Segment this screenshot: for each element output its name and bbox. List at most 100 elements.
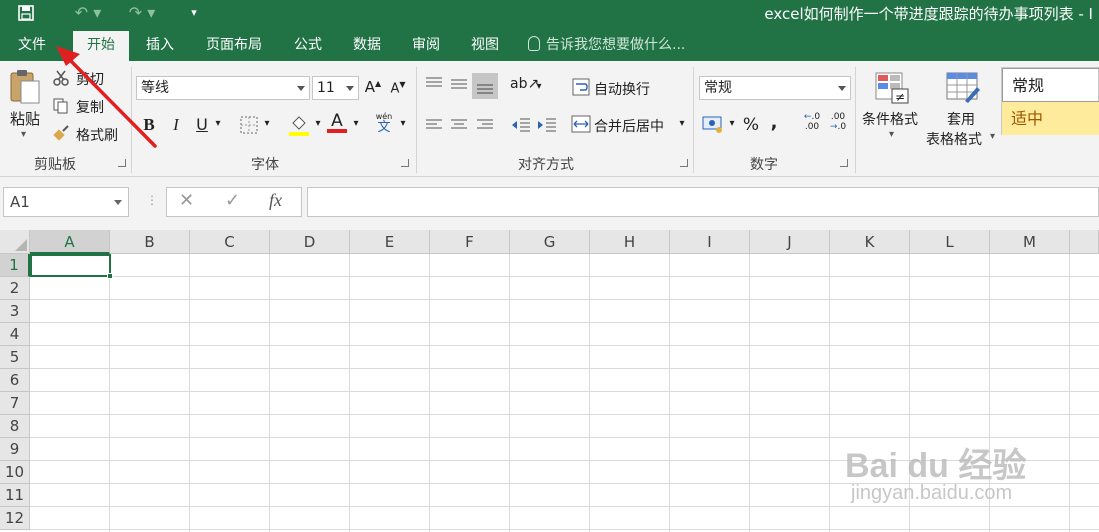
save-icon[interactable] (14, 2, 38, 24)
grow-font-button[interactable]: A▲ (364, 78, 382, 96)
number-format-combo[interactable]: 常规 (699, 76, 851, 100)
tab-insert[interactable]: 插入 (133, 31, 187, 61)
column-header-i[interactable]: I (670, 230, 750, 254)
grip-icon[interactable]: ⋮ (146, 193, 158, 207)
font-color-dropdown-icon[interactable]: ▾ (350, 118, 362, 129)
tab-formulas[interactable]: 公式 (282, 31, 334, 61)
select-all-button[interactable] (0, 230, 30, 254)
clipboard-launcher-icon[interactable] (118, 159, 126, 167)
column-header-j[interactable]: J (750, 230, 830, 254)
redo-icon[interactable]: ↷ ▾ (122, 2, 162, 24)
column-header-d[interactable]: D (270, 230, 350, 254)
row-header-9[interactable]: 9 (0, 438, 30, 461)
name-box[interactable]: A1 (3, 187, 129, 217)
format-as-table-line1[interactable]: 套用 (947, 109, 975, 129)
row-header-5[interactable]: 5 (0, 346, 30, 369)
style-normal[interactable]: 常规 (1002, 68, 1099, 102)
font-name-combo[interactable]: 等线 (136, 76, 310, 100)
orientation-dropdown-icon[interactable]: ▾ (533, 81, 545, 92)
row-header-2[interactable]: 2 (0, 277, 30, 300)
format-as-table-dropdown-icon[interactable]: ▾ (990, 131, 995, 142)
column-header-e[interactable]: E (350, 230, 430, 254)
tab-view[interactable]: 视图 (459, 31, 511, 61)
font-size-combo[interactable]: 11 (312, 76, 359, 100)
column-header-h[interactable]: H (590, 230, 670, 254)
align-center-icon[interactable] (448, 116, 470, 138)
shrink-font-button[interactable]: A▼ (389, 80, 407, 96)
paste-icon[interactable] (9, 69, 41, 105)
align-middle-icon[interactable] (448, 75, 470, 97)
active-cell-a1[interactable] (30, 254, 111, 277)
column-header-c[interactable]: C (190, 230, 270, 254)
paste-button[interactable]: 粘贴 (10, 108, 40, 129)
row-header-8[interactable]: 8 (0, 415, 30, 438)
column-header-a[interactable]: A (30, 230, 110, 254)
customize-toolbar-icon[interactable]: ▾ (184, 2, 204, 24)
comma-style-button[interactable]: , (767, 112, 781, 133)
alignment-launcher-icon[interactable] (680, 159, 688, 167)
fill-handle[interactable] (107, 273, 113, 279)
align-top-icon[interactable] (423, 75, 445, 97)
align-right-icon[interactable] (474, 116, 496, 138)
enter-button[interactable]: ✓ (225, 190, 240, 211)
number-launcher-icon[interactable] (840, 159, 848, 167)
row-header-7[interactable]: 7 (0, 392, 30, 415)
accounting-format-icon[interactable] (701, 114, 725, 138)
column-header-f[interactable]: F (430, 230, 510, 254)
row-header-4[interactable]: 4 (0, 323, 30, 346)
column-header-l[interactable]: L (910, 230, 990, 254)
underline-dropdown-icon[interactable]: ▾ (212, 118, 224, 129)
cancel-button[interactable]: ✕ (179, 190, 194, 211)
orientation-icon[interactable]: ab↗ (510, 76, 539, 92)
undo-icon[interactable]: ↶ ▾ (68, 2, 108, 24)
column-header-g[interactable]: G (510, 230, 590, 254)
align-left-icon[interactable] (423, 116, 445, 138)
paste-dropdown-icon[interactable]: ▾ (21, 129, 26, 140)
accounting-dropdown-icon[interactable]: ▾ (726, 118, 738, 129)
merge-center-dropdown-icon[interactable]: ▾ (676, 118, 688, 129)
row-header-3[interactable]: 3 (0, 300, 30, 323)
italic-button[interactable]: I (167, 115, 185, 135)
column-header-b[interactable]: B (110, 230, 190, 254)
row-header-10[interactable]: 10 (0, 461, 30, 484)
wrap-text-button[interactable]: 自动换行 (594, 79, 650, 99)
copy-button[interactable]: 复制 (76, 97, 104, 117)
row-header-1[interactable]: 1 (0, 254, 30, 277)
font-launcher-icon[interactable] (401, 159, 409, 167)
align-bottom-icon[interactable] (472, 73, 498, 99)
row-header-6[interactable]: 6 (0, 369, 30, 392)
merge-center-button[interactable]: 合并后居中 (594, 116, 664, 136)
decrease-decimal-icon[interactable]: .00 →.0 (827, 112, 849, 132)
tab-page-layout[interactable]: 页面布局 (194, 31, 274, 61)
underline-button[interactable]: U (193, 115, 211, 134)
fill-color-dropdown-icon[interactable]: ▾ (312, 118, 324, 129)
percent-style-button[interactable]: % (741, 115, 761, 135)
phonetic-guide-icon[interactable]: wén 文 (374, 111, 394, 134)
style-neutral[interactable]: 适中 (1002, 102, 1099, 135)
tab-review[interactable]: 审阅 (400, 31, 452, 61)
tab-home[interactable]: 开始 (73, 31, 129, 61)
formula-input[interactable] (307, 187, 1099, 217)
phonetic-dropdown-icon[interactable]: ▾ (397, 118, 409, 129)
tab-file[interactable]: 文件 (4, 31, 60, 61)
tab-data[interactable]: 数据 (341, 31, 393, 61)
column-header-overflow[interactable] (1070, 230, 1099, 254)
bold-button[interactable]: B (140, 115, 158, 135)
row-header-11[interactable]: 11 (0, 484, 30, 507)
column-header-m[interactable]: M (990, 230, 1070, 254)
format-as-table-button[interactable]: 表格格式 (926, 129, 982, 149)
increase-decimal-icon[interactable]: ←.0.00 (801, 112, 823, 132)
borders-dropdown-icon[interactable]: ▾ (261, 118, 273, 129)
cut-button[interactable]: 剪切 (76, 69, 104, 89)
conditional-formatting-button[interactable]: 条件格式 (862, 109, 918, 129)
decrease-indent-icon[interactable] (510, 116, 532, 138)
borders-icon[interactable] (238, 116, 260, 138)
conditional-formatting-dropdown-icon[interactable]: ▾ (889, 129, 894, 140)
tell-me-search[interactable]: 告诉我您想要做什么... (528, 31, 685, 61)
row-header-12[interactable]: 12 (0, 507, 30, 530)
insert-function-button[interactable]: fx (269, 190, 282, 211)
increase-indent-icon[interactable] (536, 116, 558, 138)
format-painter-button[interactable]: 格式刷 (76, 125, 118, 145)
column-header-k[interactable]: K (830, 230, 910, 254)
fill-color-icon[interactable] (287, 113, 311, 141)
